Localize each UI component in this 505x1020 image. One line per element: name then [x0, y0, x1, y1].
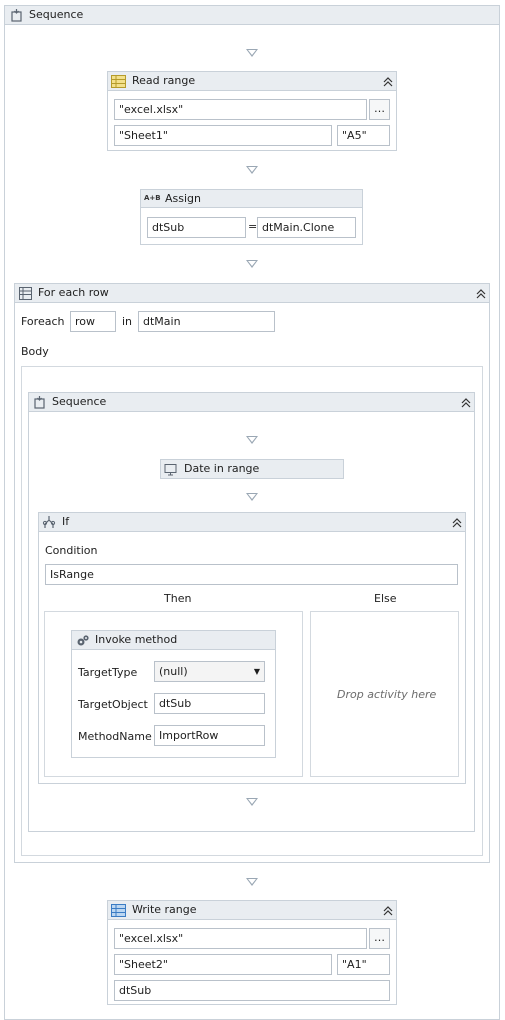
foreach-header[interactable]: For each row	[14, 283, 490, 303]
collapse-icon[interactable]	[382, 76, 394, 88]
collapse-icon[interactable]	[382, 905, 394, 917]
inner-sequence-title: Sequence	[52, 395, 107, 408]
outer-sequence-header[interactable]: Sequence	[4, 5, 500, 25]
target-object-input[interactable]: dtSub	[154, 693, 265, 714]
read-range-header[interactable]: Read range	[107, 71, 397, 91]
target-object-label: TargetObject	[78, 698, 148, 711]
write-range-header[interactable]: Write range	[107, 900, 397, 920]
monitor-icon	[164, 464, 177, 476]
else-label: Else	[374, 592, 397, 605]
then-label: Then	[164, 592, 192, 605]
foreach-label: Foreach	[21, 315, 65, 328]
write-range-sheet-input[interactable]: "Sheet2"	[114, 954, 332, 975]
assign-icon: A+B	[144, 194, 161, 202]
if-icon	[42, 516, 56, 528]
method-name-input[interactable]: ImportRow	[154, 725, 265, 746]
write-range-data-input[interactable]: dtSub	[114, 980, 390, 1001]
condition-input[interactable]: IsRange	[45, 564, 458, 585]
assign-header[interactable]: A+B Assign	[140, 189, 363, 208]
sequence-icon	[34, 396, 45, 409]
excel-write-icon	[111, 904, 126, 917]
invoke-method-header[interactable]: Invoke method	[71, 630, 276, 650]
target-type-value: (null)	[159, 665, 188, 678]
collapse-icon[interactable]	[475, 288, 487, 300]
read-range-file-input[interactable]: "excel.xlsx"	[114, 99, 367, 120]
write-range-title: Write range	[132, 903, 197, 916]
excel-read-icon	[111, 75, 126, 88]
read-range-sheet-input[interactable]: "Sheet1"	[114, 125, 332, 146]
assign-title: Assign	[165, 192, 201, 205]
assign-equals: =	[248, 220, 258, 233]
invoke-method-title: Invoke method	[95, 633, 178, 646]
else-drop-placeholder: Drop activity here	[337, 688, 437, 701]
assign-to-input[interactable]: dtSub	[147, 217, 246, 238]
write-range-cell-input[interactable]: "A1"	[337, 954, 390, 975]
foreach-item-input[interactable]: row	[70, 311, 116, 332]
outer-sequence-title: Sequence	[29, 8, 84, 21]
if-title: If	[62, 515, 70, 528]
date-in-range-title: Date in range	[184, 462, 260, 475]
browse-button[interactable]: …	[369, 99, 390, 120]
flow-arrow	[246, 493, 258, 501]
flow-arrow	[246, 260, 258, 268]
condition-label: Condition	[45, 544, 98, 557]
flow-arrow	[246, 49, 258, 57]
inner-sequence-header[interactable]: Sequence	[28, 392, 475, 412]
target-type-select[interactable]: (null) ▼	[154, 661, 265, 682]
flow-arrow	[246, 166, 258, 174]
method-name-label: MethodName	[78, 730, 152, 743]
assign-value-input[interactable]: dtMain.Clone	[257, 217, 356, 238]
foreach-row-icon	[19, 287, 32, 300]
browse-button[interactable]: …	[369, 928, 390, 949]
flow-arrow	[246, 878, 258, 886]
read-range-title: Read range	[132, 74, 196, 87]
collapse-icon[interactable]	[451, 517, 463, 529]
write-range-file-input[interactable]: "excel.xlsx"	[114, 928, 367, 949]
chevron-down-icon: ▼	[253, 667, 260, 676]
collapse-icon[interactable]	[460, 397, 472, 409]
foreach-in-label: in	[122, 315, 133, 328]
if-header[interactable]: If	[38, 512, 466, 532]
target-type-label: TargetType	[78, 666, 138, 679]
flow-arrow	[246, 798, 258, 806]
read-range-cell-input[interactable]: "A5"	[337, 125, 390, 146]
foreach-title: For each row	[38, 286, 109, 299]
sequence-icon	[11, 9, 22, 22]
flow-arrow	[246, 436, 258, 444]
gears-icon	[77, 635, 89, 646]
foreach-collection-input[interactable]: dtMain	[138, 311, 275, 332]
date-in-range-activity[interactable]: Date in range	[160, 459, 344, 479]
foreach-body-label: Body	[21, 345, 49, 358]
